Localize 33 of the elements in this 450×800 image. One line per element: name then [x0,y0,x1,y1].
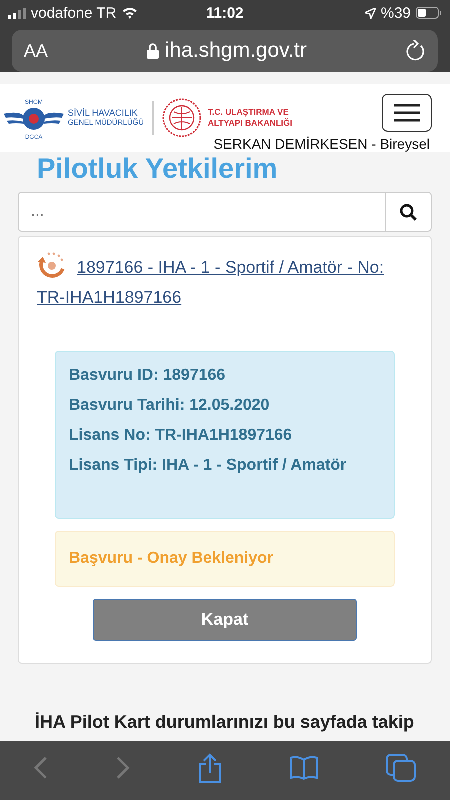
detail-line: Basvuru ID: 1897166 [69,366,227,386]
user-name: SERKAN DEMİRKESEN - Bireysel [214,136,430,152]
lock-icon [147,43,159,59]
wifi-icon [122,7,138,19]
ministry-seal-icon [162,98,202,138]
battery-percent: %39 [380,4,412,22]
detail-line: Lisans No: TR-IHA1H1897166 [69,426,294,446]
detail-line: Basvuru Tarihi: 12.05.2020 [69,396,271,416]
close-button[interactable]: Kapat [93,599,357,641]
carrier-name: vodafone TR [31,4,117,22]
ministry-name: T.C. ULAŞTIRMA VE [208,107,290,118]
location-arrow-icon [364,8,376,18]
menu-icon [394,104,420,122]
page-title: Pilotluk Yetkilerim [37,152,279,186]
reload-icon[interactable] [406,40,426,62]
search-button[interactable] [386,192,432,232]
org-name: SİVİL HAVACILIK [68,109,139,118]
clock-time: 11:02 [206,4,244,22]
detail-line: Lisans Tipi: IHA - 1 - Sportif / Amatör [69,456,348,476]
signal-icon [8,8,26,18]
info-text: İHA Pilot Kart durumlarınızı bu sayfada takip [35,712,416,733]
license-link[interactable]: 1897166 - IHA - 1 - Sportif / Amatör - No: TR-IHA1H1897166 [37,251,413,313]
share-icon[interactable] [198,752,222,782]
ministry-name: ALTYAPI BAKANLIĞI [208,118,293,129]
bookmarks-icon[interactable] [290,756,318,780]
status-alert: Başvuru - Onay Bekleniyor [55,531,395,587]
tabs-icon[interactable] [386,754,416,782]
menu-button[interactable] [382,94,432,132]
search-icon [400,204,417,220]
pending-status-icon [37,251,67,279]
text-size-button[interactable]: AA [24,40,48,62]
url-text[interactable]: iha.shgm.gov.tr [165,39,308,63]
battery-icon [416,7,442,19]
